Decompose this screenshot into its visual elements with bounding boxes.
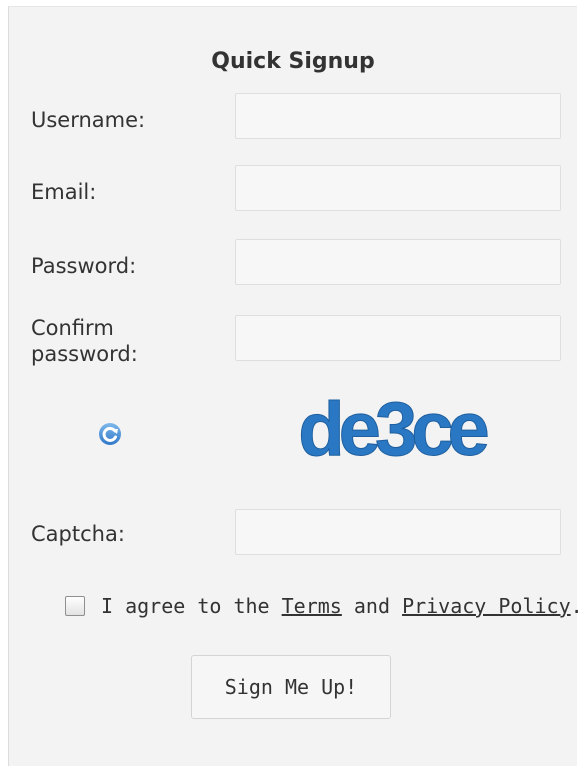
agreement-middle: and [341,594,403,618]
sign-me-up-button[interactable]: Sign Me Up! [191,655,391,719]
terms-link[interactable]: Terms [282,594,342,618]
confirm-password-label: Confirm password: [31,315,138,367]
username-input[interactable] [235,93,561,139]
username-label: Username: [31,108,146,132]
agree-checkbox[interactable] [65,596,85,616]
captcha-text: de3ce [298,387,487,472]
agreement-suffix: . [571,594,580,618]
refresh-icon[interactable] [97,421,123,447]
password-input[interactable] [235,239,561,285]
privacy-policy-link[interactable]: Privacy Policy [402,594,571,618]
agreement-row: I agree to the Terms and Privacy Policy … [65,591,580,621]
email-label: Email: [31,180,97,204]
agreement-prefix: I agree to the [101,594,282,618]
confirm-password-label-line2: password: [31,342,138,366]
captcha-image: de3ce [298,387,494,473]
captcha-input[interactable] [235,509,561,555]
confirm-password-label-line1: Confirm [31,316,114,340]
form-title: Quick Signup [211,49,375,74]
confirm-password-input[interactable] [235,315,561,361]
password-label: Password: [31,254,137,278]
captcha-label: Captcha: [31,522,125,546]
email-input[interactable] [235,165,561,211]
signup-panel: Quick Signup Username: Email: Password: … [8,6,580,766]
